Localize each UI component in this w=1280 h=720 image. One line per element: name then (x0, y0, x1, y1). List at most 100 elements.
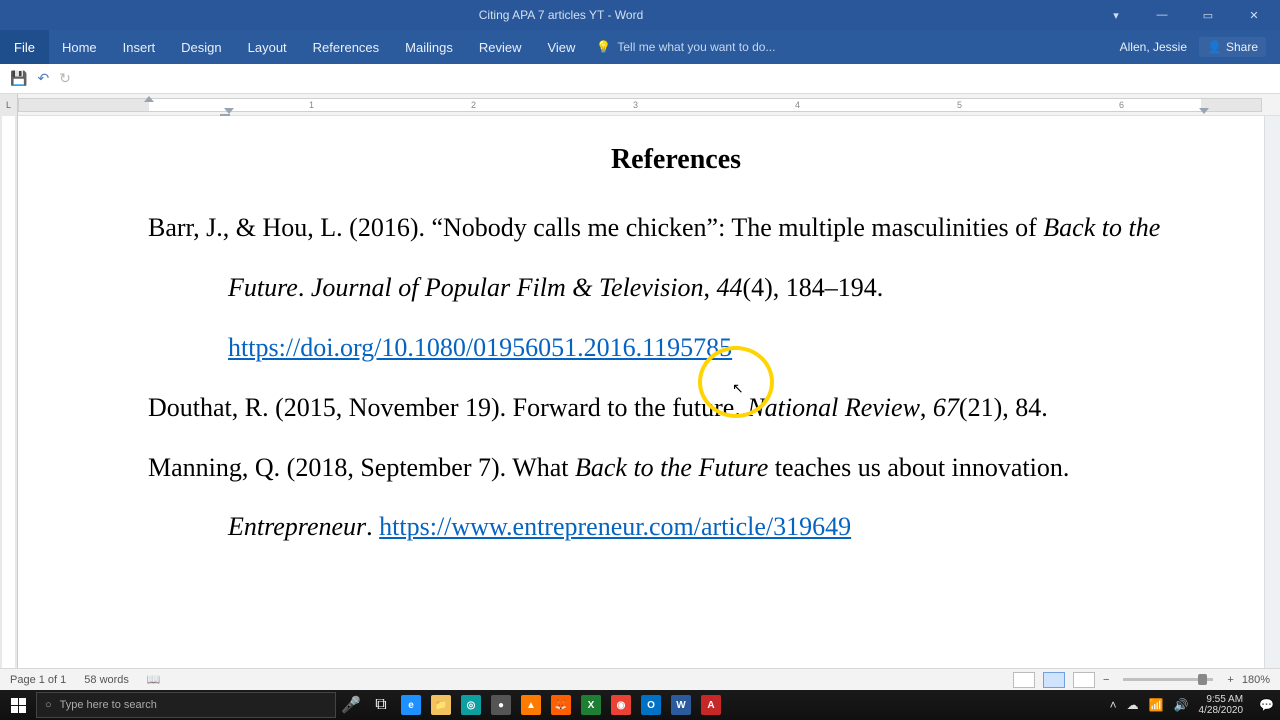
url-link[interactable]: https://www.entrepreneur.com/article/319… (379, 512, 851, 541)
clock-time: 9:55 AM (1199, 694, 1244, 705)
web-layout-button[interactable] (1073, 672, 1095, 688)
spelling-icon[interactable]: 📖 (147, 673, 161, 686)
ref-journal-italic: Entrepreneur (228, 512, 366, 541)
document-body[interactable]: References Barr, J., & Hou, L. (2016). “… (148, 128, 1204, 557)
minimize-button[interactable]: — (1148, 9, 1176, 22)
title-bar: Citing APA 7 articles YT - Word ▾ — ▭ ✕ (0, 0, 1280, 30)
ref-volume-italic: 44 (716, 273, 742, 302)
read-mode-button[interactable] (1013, 672, 1035, 688)
ref-text: teaches us about innovation. (768, 453, 1069, 482)
windows-taskbar: ○ Type here to search 🎤 ⧉ e 📁 ◎ ● ▲ 🦊 X … (0, 690, 1280, 720)
horizontal-ruler[interactable]: L 1 2 3 4 5 6 (0, 94, 1280, 116)
notifications-icon[interactable]: 💬 (1259, 698, 1274, 712)
tab-label: References (313, 40, 379, 55)
taskbar-app-word[interactable]: W (666, 690, 696, 720)
taskbar-app-explorer[interactable]: 📁 (426, 690, 456, 720)
tray-onedrive-icon[interactable]: ☁ (1127, 698, 1139, 712)
print-layout-button[interactable] (1043, 672, 1065, 688)
taskbar-app-excel[interactable]: X (576, 690, 606, 720)
taskbar-search[interactable]: ○ Type here to search (36, 692, 336, 718)
tab-insert[interactable]: Insert (110, 30, 169, 64)
ruler-tick: 5 (957, 100, 962, 110)
taskbar-app-obs[interactable]: ● (486, 690, 516, 720)
tell-me-search[interactable]: 💡 Tell me what you want to do... (596, 30, 775, 64)
taskbar-app-vlc[interactable]: ▲ (516, 690, 546, 720)
status-bar: Page 1 of 1 58 words 📖 − + 180% (0, 668, 1280, 690)
document-page[interactable]: References Barr, J., & Hou, L. (2016). “… (18, 116, 1264, 668)
redo-icon[interactable]: ↻ (59, 70, 71, 87)
taskbar-app-cortana[interactable]: ◎ (456, 690, 486, 720)
tab-label: Mailings (405, 40, 453, 55)
ribbon-display-options-icon[interactable]: ▾ (1102, 9, 1130, 22)
ref-journal-italic: Journal of Popular Film & Television (311, 273, 704, 302)
ref-text: . (298, 273, 311, 302)
taskbar-app-firefox[interactable]: 🦊 (546, 690, 576, 720)
tab-label: Insert (123, 40, 156, 55)
tray-chevron-icon[interactable]: ˄ (1110, 698, 1117, 712)
vertical-scrollbar[interactable] (1264, 116, 1280, 668)
file-tab[interactable]: File (0, 30, 49, 64)
document-title: Citing APA 7 articles YT - Word (20, 8, 1102, 22)
undo-icon[interactable]: ↶ (37, 70, 49, 87)
ref-authors-year: Manning, Q. (2018, September 7). What (148, 453, 575, 482)
share-icon: 👤 (1207, 40, 1222, 54)
zoom-level[interactable]: 180% (1242, 674, 1270, 686)
tab-mailings[interactable]: Mailings (392, 30, 466, 64)
reference-entry-3: Manning, Q. (2018, September 7). What Ba… (148, 438, 1204, 558)
ref-issue-pages: (4), 184–194. (742, 273, 883, 302)
zoom-in-button[interactable]: + (1227, 674, 1233, 686)
share-button[interactable]: 👤 Share (1199, 37, 1266, 57)
ref-authors-year: Douthat, R. (2015, November 19). Forward… (148, 393, 747, 422)
ref-text: , (703, 273, 716, 302)
taskbar-app-outlook[interactable]: O (636, 690, 666, 720)
ribbon: File Home Insert Design Layout Reference… (0, 30, 1280, 64)
tab-layout[interactable]: Layout (235, 30, 300, 64)
right-indent-marker[interactable] (1199, 108, 1209, 114)
ruler-tick: 4 (795, 100, 800, 110)
ref-volume-italic: 67 (933, 393, 959, 422)
tab-references[interactable]: References (300, 30, 392, 64)
taskbar-app-acrobat[interactable]: A (696, 690, 726, 720)
ruler-corner: L (0, 94, 18, 116)
ruler-tick: 3 (633, 100, 638, 110)
page-indicator[interactable]: Page 1 of 1 (10, 674, 66, 686)
save-icon[interactable]: 💾 (10, 70, 27, 87)
first-line-indent-marker[interactable] (144, 96, 154, 102)
tab-review[interactable]: Review (466, 30, 535, 64)
share-label: Share (1226, 40, 1258, 54)
reference-entry-1: Barr, J., & Hou, L. (2016). “Nobody call… (148, 198, 1204, 377)
taskbar-app-chrome[interactable]: ◉ (606, 690, 636, 720)
ref-work-italic: Back to the Future (575, 453, 768, 482)
mic-icon[interactable]: 🎤 (336, 690, 366, 720)
zoom-out-button[interactable]: − (1103, 674, 1109, 686)
tab-label: View (547, 40, 575, 55)
zoom-thumb[interactable] (1198, 674, 1207, 685)
start-button[interactable] (0, 690, 36, 720)
tab-label: Design (181, 40, 221, 55)
tab-label: Review (479, 40, 522, 55)
tab-design[interactable]: Design (168, 30, 234, 64)
tab-label: Home (62, 40, 97, 55)
word-count[interactable]: 58 words (84, 674, 129, 686)
task-view-icon[interactable]: ⧉ (366, 690, 396, 720)
user-name[interactable]: Allen, Jessie (1120, 40, 1187, 54)
close-button[interactable]: ✕ (1240, 9, 1268, 22)
ref-authors-year: Barr, J., & Hou, L. (2016). (148, 213, 431, 242)
tray-volume-icon[interactable]: 🔊 (1174, 698, 1189, 712)
tray-network-icon[interactable]: 📶 (1149, 698, 1164, 712)
ruler-tick: 1 (309, 100, 314, 110)
cortana-icon: ○ (45, 699, 52, 711)
vertical-ruler[interactable] (0, 116, 18, 668)
ref-text: , (920, 393, 933, 422)
taskbar-app-ie[interactable]: e (396, 690, 426, 720)
tab-home[interactable]: Home (49, 30, 110, 64)
ruler-tick: 2 (471, 100, 476, 110)
doi-link[interactable]: https://doi.org/10.1080/01956051.2016.11… (228, 333, 732, 362)
lightbulb-icon: 💡 (596, 40, 611, 54)
taskbar-clock[interactable]: 9:55 AM 4/28/2020 (1199, 694, 1250, 716)
maximize-button[interactable]: ▭ (1194, 9, 1222, 22)
tab-view[interactable]: View (534, 30, 588, 64)
ref-text: . (366, 512, 379, 541)
tell-me-placeholder: Tell me what you want to do... (617, 40, 775, 54)
zoom-slider[interactable] (1123, 678, 1213, 681)
